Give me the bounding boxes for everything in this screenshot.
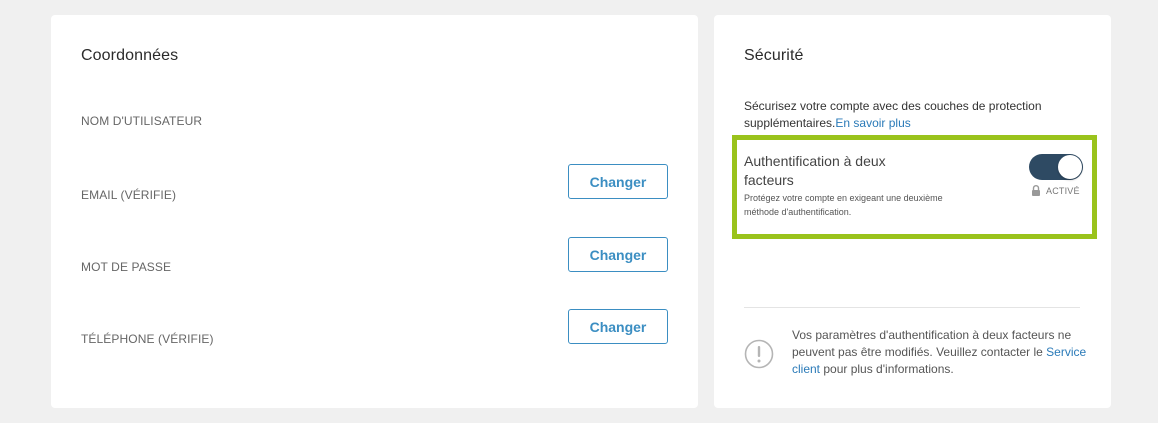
phone-label: TÉLÉPHONE (VÉRIFIE) <box>81 332 214 346</box>
toggle-knob <box>1058 155 1082 179</box>
divider <box>744 307 1080 308</box>
security-card: Sécurité Sécurisez votre compte avec des… <box>714 15 1111 408</box>
toggle-status: ACTIVÉ <box>1031 185 1080 196</box>
two-factor-panel: Authentification à deux facteurs Protége… <box>732 135 1097 239</box>
contact-details-card: Coordonnées NOM D'UTILISATEUR EMAIL (VÉR… <box>51 15 698 408</box>
change-password-button[interactable]: Changer <box>568 237 668 272</box>
two-factor-toggle[interactable] <box>1029 154 1083 180</box>
security-description: Sécurisez votre compte avec des couches … <box>744 98 1064 132</box>
exclamation-icon <box>744 339 774 369</box>
change-phone-button[interactable]: Changer <box>568 309 668 344</box>
notice-text-before: Vos paramètres d'authentification à deux… <box>792 328 1072 359</box>
change-email-button[interactable]: Changer <box>568 164 668 199</box>
security-title: Sécurité <box>744 47 804 64</box>
username-label: NOM D'UTILISATEUR <box>81 114 203 128</box>
email-label: EMAIL (VÉRIFIE) <box>81 188 177 202</box>
contact-details-title: Coordonnées <box>81 47 179 64</box>
toggle-status-label: ACTIVÉ <box>1046 185 1080 196</box>
lock-icon <box>1031 185 1041 196</box>
notice-text: Vos paramètres d'authentification à deux… <box>792 327 1092 378</box>
password-label: MOT DE PASSE <box>81 260 172 274</box>
two-factor-subtitle: Protégez votre compte en exigeant une de… <box>744 193 943 217</box>
learn-more-link[interactable]: En savoir plus <box>835 116 910 130</box>
two-factor-title: Authentification à deux facteurs <box>744 153 886 188</box>
notice-text-after: pour plus d'informations. <box>823 362 954 376</box>
